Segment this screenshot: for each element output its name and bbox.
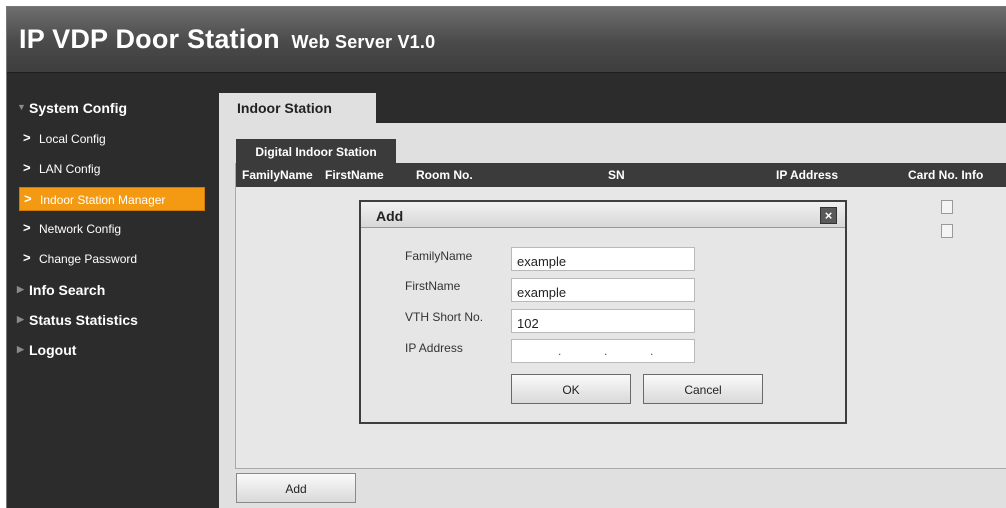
sidebar-group-system-config[interactable]: ▼ System Config bbox=[7, 97, 207, 121]
chevron-right-icon: > bbox=[23, 250, 31, 265]
familyname-label: FamilyName bbox=[405, 249, 473, 263]
sidebar-group-label: System Config bbox=[29, 100, 128, 116]
sidebar-item-label: Network Config bbox=[39, 222, 122, 236]
ok-button[interactable]: OK bbox=[511, 374, 631, 404]
sidebar-group-label: Info Search bbox=[29, 282, 106, 298]
vth-short-no-field[interactable] bbox=[511, 309, 695, 333]
ip-separator: . bbox=[650, 344, 654, 358]
triangle-right-icon: ▶ bbox=[17, 314, 24, 324]
app-header: IP VDP Door Station Web Server V1.0 bbox=[7, 7, 1006, 73]
cancel-button[interactable]: Cancel bbox=[643, 374, 763, 404]
column-header-card-no-info[interactable]: Card No. Info bbox=[908, 168, 983, 182]
app-title-text: IP VDP Door Station bbox=[19, 24, 280, 54]
app-title: IP VDP Door Station Web Server V1.0 bbox=[19, 24, 435, 55]
sidebar-item-label: LAN Config bbox=[39, 162, 101, 176]
dialog-title: Add bbox=[376, 208, 404, 224]
add-dialog: Add × FamilyName FirstName VTH Short No.… bbox=[359, 200, 847, 424]
sidebar-item-lan-config[interactable]: > LAN Config bbox=[19, 157, 205, 181]
column-header-ip-address[interactable]: IP Address bbox=[776, 168, 838, 182]
card-info-checkbox[interactable] bbox=[941, 200, 953, 214]
ip-separator: . bbox=[558, 344, 562, 358]
sidebar-item-local-config[interactable]: > Local Config bbox=[19, 127, 205, 151]
tab-digital-indoor-station[interactable]: Digital Indoor Station bbox=[236, 139, 396, 163]
column-header-familyname[interactable]: FamilyName bbox=[242, 168, 313, 182]
add-button[interactable]: Add bbox=[236, 473, 356, 503]
sidebar-item-change-password[interactable]: > Change Password bbox=[19, 247, 205, 271]
sidebar-group-status-statistics[interactable]: ▶ Status Statistics bbox=[7, 309, 207, 333]
sidebar-item-label: Indoor Station Manager bbox=[40, 193, 166, 207]
triangle-right-icon: ▶ bbox=[17, 284, 24, 294]
app-subtitle: Web Server V1.0 bbox=[291, 32, 436, 52]
column-header-sn[interactable]: SN bbox=[608, 168, 625, 182]
sidebar-item-indoor-station-manager[interactable]: > Indoor Station Manager bbox=[19, 187, 205, 211]
triangle-down-icon: ▼ bbox=[17, 102, 26, 112]
table-header: FamilyName FirstName Room No. SN IP Addr… bbox=[236, 163, 1006, 187]
ip-address-field[interactable]: . . . bbox=[511, 339, 695, 363]
familyname-field[interactable] bbox=[511, 247, 695, 271]
sidebar-group-label: Logout bbox=[29, 342, 77, 358]
firstname-field[interactable] bbox=[511, 278, 695, 302]
sidebar-item-label: Change Password bbox=[39, 252, 138, 266]
ip-address-label: IP Address bbox=[405, 341, 463, 355]
column-header-firstname[interactable]: FirstName bbox=[325, 168, 384, 182]
ip-separator: . bbox=[604, 344, 608, 358]
triangle-right-icon: ▶ bbox=[17, 344, 24, 354]
chevron-right-icon: > bbox=[23, 220, 31, 235]
sidebar: ▼ System Config > Local Config > LAN Con… bbox=[7, 73, 207, 508]
tab-label: Indoor Station bbox=[237, 100, 332, 116]
tab-indoor-station[interactable]: Indoor Station bbox=[219, 93, 376, 123]
sidebar-group-label: Status Statistics bbox=[29, 312, 138, 328]
vth-short-no-label: VTH Short No. bbox=[405, 310, 484, 324]
chevron-right-icon: > bbox=[23, 160, 31, 175]
sidebar-item-network-config[interactable]: > Network Config bbox=[19, 217, 205, 241]
column-header-room-no[interactable]: Room No. bbox=[416, 168, 473, 182]
dialog-titlebar: Add × bbox=[361, 202, 845, 228]
chevron-right-icon: > bbox=[23, 130, 31, 145]
close-icon[interactable]: × bbox=[820, 207, 837, 224]
firstname-label: FirstName bbox=[405, 279, 461, 293]
sub-tab-label: Digital Indoor Station bbox=[255, 145, 377, 159]
sidebar-group-logout[interactable]: ▶ Logout bbox=[7, 339, 207, 363]
app-frame: IP VDP Door Station Web Server V1.0 ▼ Sy… bbox=[6, 6, 1006, 508]
sidebar-item-label: Local Config bbox=[39, 132, 106, 146]
sidebar-group-info-search[interactable]: ▶ Info Search bbox=[7, 279, 207, 303]
chevron-right-icon: > bbox=[24, 191, 32, 206]
card-info-checkbox[interactable] bbox=[941, 224, 953, 238]
